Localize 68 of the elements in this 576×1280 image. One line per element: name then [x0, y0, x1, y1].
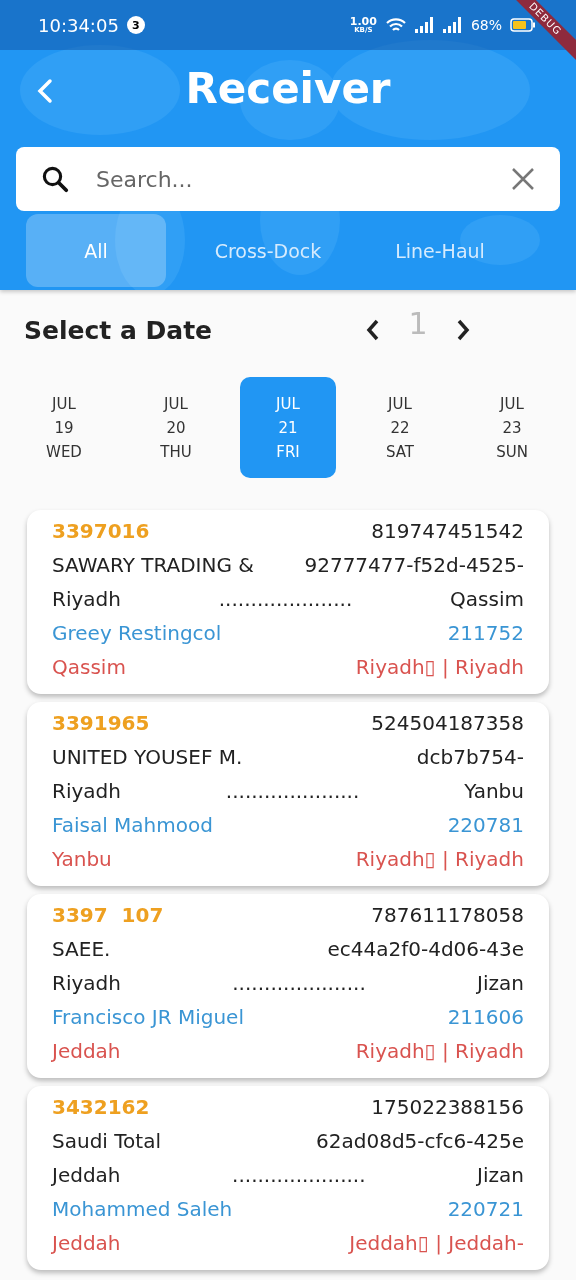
battery-percent: 68%: [470, 17, 502, 33]
shipment-id: 3391965: [52, 711, 150, 735]
contact-code: 220781: [447, 813, 524, 837]
dotted-separator: .....................: [218, 587, 353, 611]
contact-code: 211752: [447, 621, 524, 645]
shipment-card[interactable]: 3397016 819747451542 SAWARY TRADING & 92777477-f52d-4525- Riyadh ..................... Qassim Greey Restingcol 211752 Qassim Riyadh▯ | Riyadh: [27, 510, 549, 694]
origin-city: Riyadh: [52, 587, 121, 611]
company-name: UNITED YOUSEF M.: [52, 745, 243, 769]
contact-name: Faisal Mahmood: [52, 813, 213, 837]
region-name: Qassim: [52, 655, 126, 679]
dotted-separator: .....................: [232, 1163, 366, 1187]
shipment-id: 3432162: [52, 1095, 150, 1119]
network-speed: 1.00: [349, 16, 377, 27]
destination-city: Jizan: [477, 1163, 524, 1187]
route-text: Riyadh▯ | Riyadh: [355, 1039, 524, 1063]
date-item[interactable]: JUL 19 WED: [16, 377, 112, 478]
route-text: Riyadh▯ | Riyadh: [355, 847, 524, 871]
contact-code: 220721: [447, 1197, 524, 1221]
contact-name: Francisco JR Miguel: [52, 1005, 244, 1029]
origin-city: Riyadh: [52, 779, 121, 803]
tracking-number: 787611178058: [371, 903, 524, 927]
page-title: Receiver: [185, 63, 391, 113]
shipment-id: 3397016: [52, 519, 150, 543]
shipment-card[interactable]: 3432162 175022388156 Saudi Total 62ad08d5-cfc6-425e Jeddah ..................... Jizan Mohammed Saleh 220721 Jeddah Jeddah▯ | Jeddah-: [27, 1086, 549, 1270]
route-text: Riyadh▯ | Riyadh: [355, 655, 524, 679]
search-icon: [40, 164, 70, 194]
dotted-separator: .....................: [225, 779, 360, 803]
company-name: Saudi Total: [52, 1129, 161, 1153]
origin-city: Riyadh: [52, 971, 121, 995]
search-field[interactable]: Search...: [16, 147, 560, 211]
date-item[interactable]: JUL 22 SAT: [352, 377, 448, 478]
notification-count: 3: [126, 16, 145, 34]
region-name: Yanbu: [52, 847, 112, 871]
company-name: SAWARY TRADING &: [52, 553, 254, 577]
tracking-number: 175022388156: [371, 1095, 524, 1119]
section-title: Select a Date: [24, 315, 214, 345]
region-name: Jeddah: [52, 1039, 121, 1063]
contact-name: Greey Restingcol: [52, 621, 222, 645]
shipment-id: 3397 107: [52, 903, 164, 927]
date-item[interactable]: JUL 20 THU: [128, 377, 224, 478]
search-input[interactable]: Search...: [94, 165, 486, 193]
date-item[interactable]: JUL 23 SUN: [464, 377, 560, 478]
close-icon[interactable]: [510, 166, 536, 192]
page-number: 1: [407, 305, 429, 341]
reference-code: 62ad08d5-cfc6-425e: [316, 1129, 524, 1153]
chevron-left-icon: [365, 318, 381, 342]
region-name: Jeddah: [52, 1231, 121, 1255]
reference-code: 92777477-f52d-4525-: [304, 553, 524, 577]
tracking-number: 524504187358: [371, 711, 524, 735]
shipment-card[interactable]: 3397 107 787611178058 SAEE. ec44a2f0-4d06-43e Riyadh ..................... Jizan Francisco JR Miguel 211606 Jeddah Riyadh▯ | Riyadh: [27, 894, 549, 1078]
destination-city: Qassim: [450, 587, 524, 611]
contact-code: 211606: [447, 1005, 524, 1029]
signal-icon: [442, 17, 463, 33]
contact-name: Mohammed Saleh: [52, 1197, 233, 1221]
dotted-separator: .....................: [232, 971, 366, 995]
destination-city: Jizan: [477, 971, 524, 995]
chevron-left-icon: [36, 78, 54, 104]
shipment-card[interactable]: 3391965 524504187358 UNITED YOUSEF M. dcb7b754- Riyadh ..................... Yanbu Faisal Mahmood 220781 Yanbu Riyadh▯ | Riyadh: [27, 702, 549, 886]
signal-icon: [414, 17, 435, 33]
status-time: 10:34:05: [38, 14, 119, 36]
reference-code: dcb7b754-: [416, 745, 524, 769]
destination-city: Yanbu: [464, 779, 524, 803]
route-text: Jeddah▯ | Jeddah-: [349, 1231, 524, 1255]
tracking-number: 819747451542: [371, 519, 524, 543]
reference-code: ec44a2f0-4d06-43e: [327, 937, 524, 961]
chevron-right-icon: [455, 318, 471, 342]
origin-city: Jeddah: [52, 1163, 121, 1187]
company-name: SAEE.: [52, 937, 111, 961]
